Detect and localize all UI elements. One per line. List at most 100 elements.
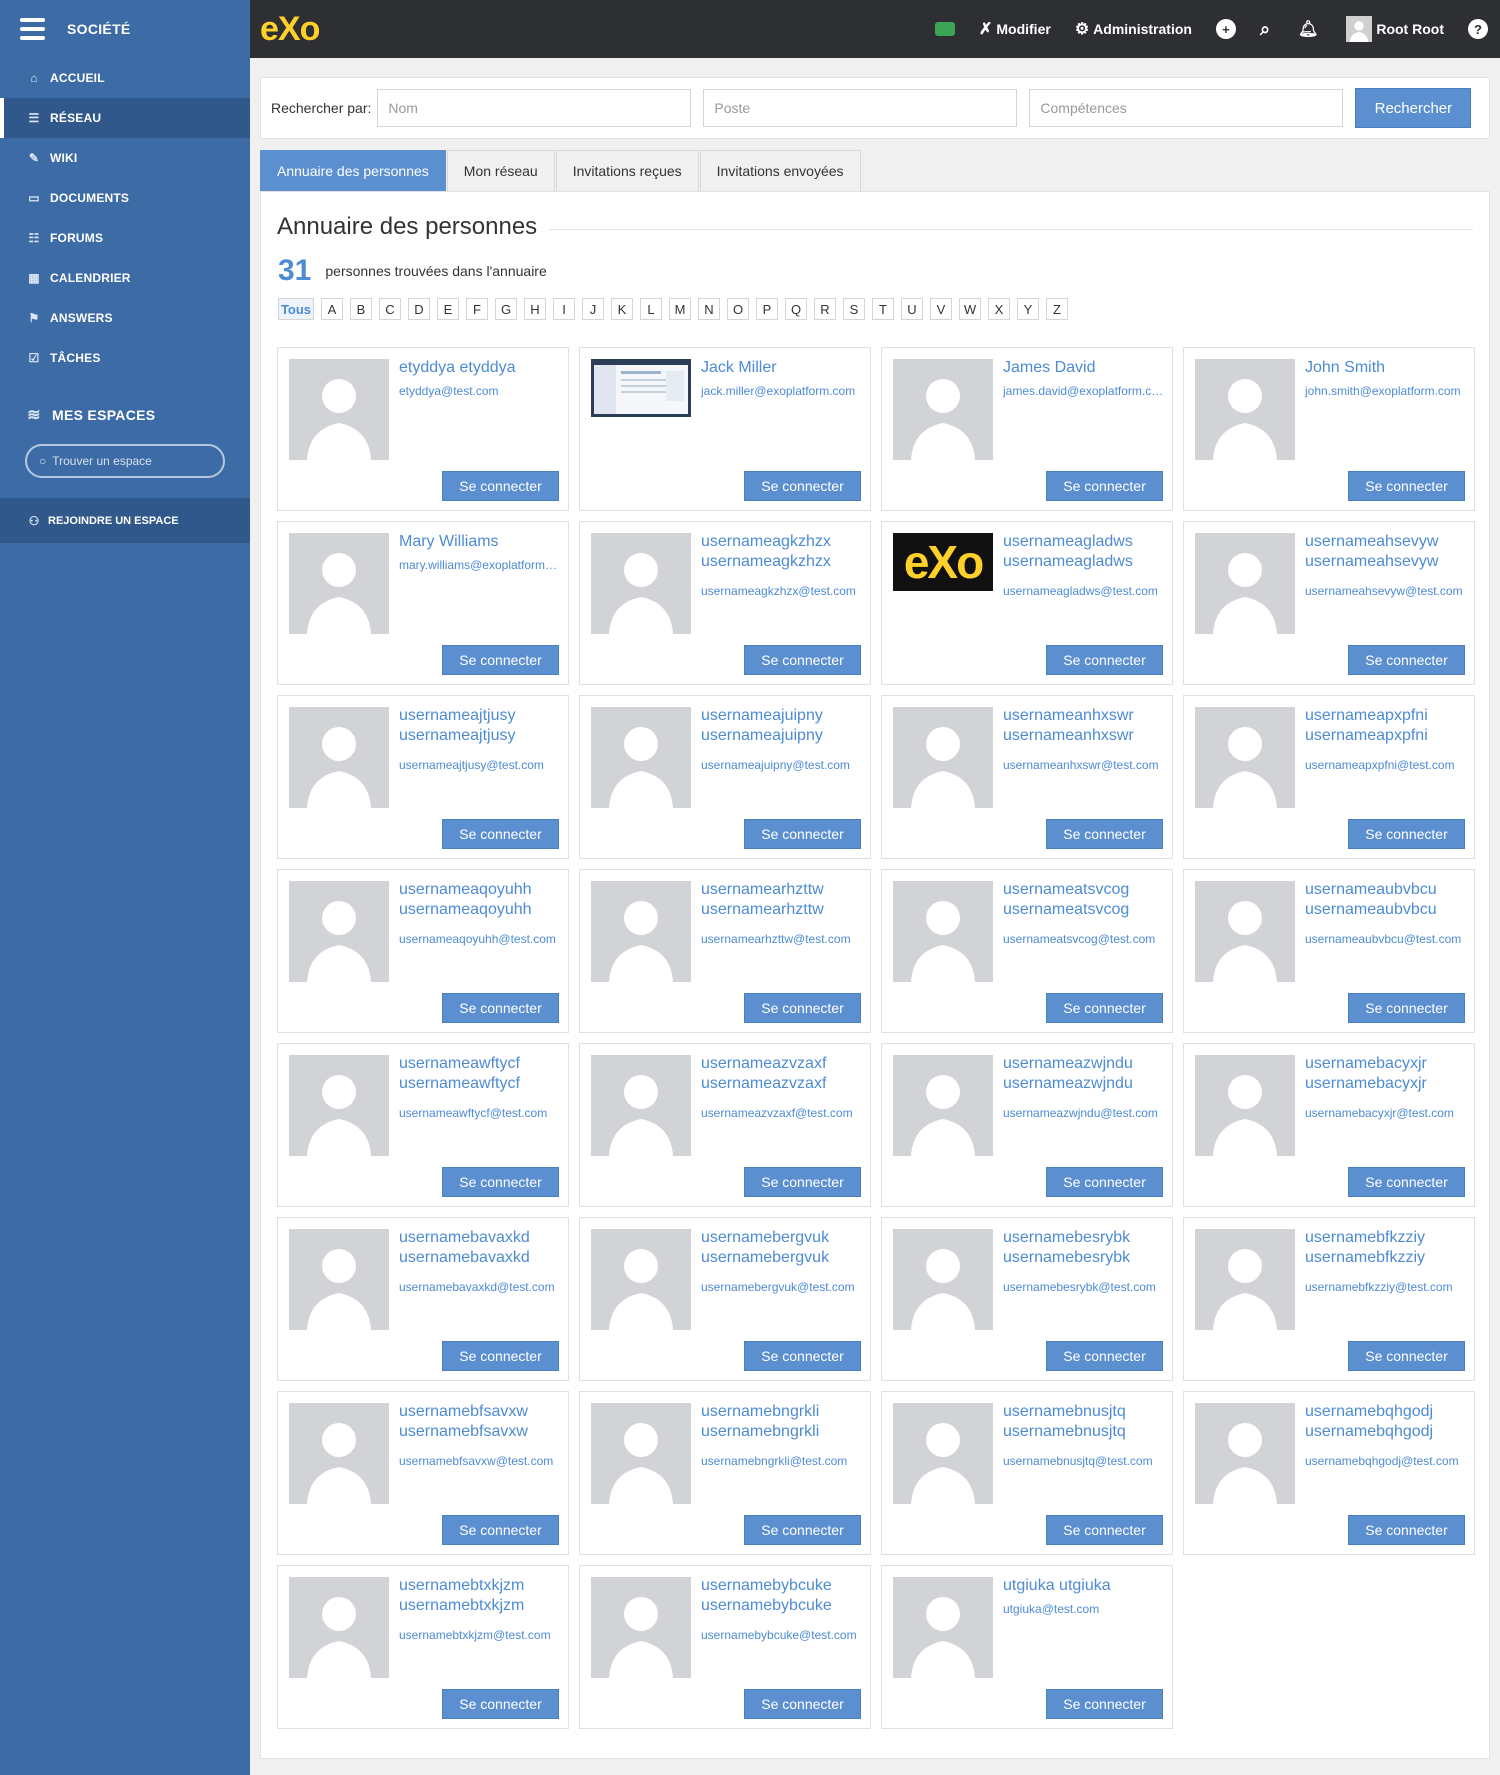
- search-submit-button[interactable]: Rechercher: [1355, 88, 1472, 128]
- connect-button[interactable]: Se connecter: [1046, 471, 1163, 501]
- filter-letter-a[interactable]: A: [321, 298, 343, 320]
- person-name[interactable]: usernameawftycf usernameawftycf: [399, 1054, 549, 1094]
- position-input[interactable]: Poste: [703, 89, 1018, 127]
- tab-1[interactable]: Mon réseau: [446, 150, 555, 191]
- connect-button[interactable]: Se connecter: [1046, 1689, 1163, 1719]
- connect-button[interactable]: Se connecter: [1348, 1515, 1465, 1545]
- default-avatar-icon[interactable]: [289, 359, 389, 460]
- filter-letter-h[interactable]: H: [524, 298, 546, 320]
- filter-letter-r[interactable]: R: [814, 298, 836, 320]
- hamburger-menu-icon[interactable]: [20, 18, 45, 40]
- sidebar-item-answers[interactable]: ⚑ ANSWERS: [0, 298, 250, 338]
- person-name[interactable]: usernamebfsavxw usernamebfsavxw: [399, 1402, 549, 1442]
- connect-button[interactable]: Se connecter: [1348, 993, 1465, 1023]
- default-avatar-icon[interactable]: [591, 881, 691, 982]
- tab-0[interactable]: Annuaire des personnes: [260, 150, 446, 191]
- person-name[interactable]: usernameajtjusy usernameajtjusy: [399, 706, 549, 746]
- person-name[interactable]: usernamebybcuke usernamebybcuke: [701, 1576, 851, 1616]
- connect-button[interactable]: Se connecter: [1046, 1341, 1163, 1371]
- sidebar-item-calendrier[interactable]: ▦ CALENDRIER: [0, 258, 250, 298]
- connect-button[interactable]: Se connecter: [442, 645, 559, 675]
- default-avatar-icon[interactable]: [591, 707, 691, 808]
- connect-button[interactable]: Se connecter: [744, 471, 861, 501]
- filter-letter-d[interactable]: D: [408, 298, 430, 320]
- exo-logo[interactable]: eXo: [260, 10, 320, 49]
- connect-button[interactable]: Se connecter: [442, 819, 559, 849]
- filter-letter-q[interactable]: Q: [785, 298, 807, 320]
- person-name[interactable]: usernameanhxswr usernameanhxswr: [1003, 706, 1153, 746]
- person-avatar-photo[interactable]: [591, 359, 691, 417]
- filter-letter-n[interactable]: N: [698, 298, 720, 320]
- person-name[interactable]: usernamebacyxjr usernamebacyxjr: [1305, 1054, 1455, 1094]
- connect-button[interactable]: Se connecter: [442, 1341, 559, 1371]
- connect-button[interactable]: Se connecter: [1348, 1341, 1465, 1371]
- person-name[interactable]: usernameatsvcog usernameatsvcog: [1003, 880, 1153, 920]
- search-button[interactable]: ⌕: [1260, 19, 1274, 40]
- person-avatar-exo-logo[interactable]: eXo: [893, 533, 993, 591]
- filter-letter-x[interactable]: X: [988, 298, 1010, 320]
- connect-button[interactable]: Se connecter: [744, 645, 861, 675]
- connect-button[interactable]: Se connecter: [744, 1341, 861, 1371]
- sidebar-item-taches[interactable]: ☑ TÂCHES: [0, 338, 250, 378]
- person-name[interactable]: usernamebavaxkd usernamebavaxkd: [399, 1228, 549, 1268]
- connect-button[interactable]: Se connecter: [442, 1689, 559, 1719]
- person-name[interactable]: usernamebesrybk usernamebesrybk: [1003, 1228, 1153, 1268]
- filter-letter-k[interactable]: K: [611, 298, 633, 320]
- filter-letter-i[interactable]: I: [553, 298, 575, 320]
- sidebar-item-wiki[interactable]: ✎ WIKI: [0, 138, 250, 178]
- filter-letter-v[interactable]: V: [930, 298, 952, 320]
- filter-letter-f[interactable]: F: [466, 298, 488, 320]
- sidebar-item-accueil[interactable]: ⌂ ACCUEIL: [0, 58, 250, 98]
- connect-button[interactable]: Se connecter: [744, 1167, 861, 1197]
- default-avatar-icon[interactable]: [893, 881, 993, 982]
- default-avatar-icon[interactable]: [289, 533, 389, 634]
- default-avatar-icon[interactable]: [1195, 707, 1295, 808]
- person-name[interactable]: usernamebngrkli usernamebngrkli: [701, 1402, 851, 1442]
- sidebar-item-reseau[interactable]: ☰ RÉSEAU: [0, 98, 250, 138]
- filter-letter-j[interactable]: J: [582, 298, 604, 320]
- filter-letter-t[interactable]: T: [872, 298, 894, 320]
- notifications-button[interactable]: 🔔︎: [1298, 19, 1322, 39]
- person-name[interactable]: usernamebergvuk usernamebergvuk: [701, 1228, 851, 1268]
- person-name[interactable]: Jack Miller: [701, 358, 862, 378]
- connect-button[interactable]: Se connecter: [744, 993, 861, 1023]
- person-name[interactable]: usernameajuipny usernameajuipny: [701, 706, 851, 746]
- default-avatar-icon[interactable]: [591, 1577, 691, 1678]
- tab-3[interactable]: Invitations envoyées: [699, 150, 861, 191]
- filter-letter-c[interactable]: C: [379, 298, 401, 320]
- person-name[interactable]: usernameahsevyw usernameahsevyw: [1305, 532, 1455, 572]
- person-name[interactable]: usernameazwjndu usernameazwjndu: [1003, 1054, 1153, 1094]
- default-avatar-icon[interactable]: [893, 1403, 993, 1504]
- default-avatar-icon[interactable]: [1195, 1055, 1295, 1156]
- person-name[interactable]: usernameaubvbcu usernameaubvbcu: [1305, 880, 1455, 920]
- filter-letter-w[interactable]: W: [959, 298, 981, 320]
- filter-all[interactable]: Tous: [278, 298, 314, 320]
- default-avatar-icon[interactable]: [289, 1055, 389, 1156]
- user-menu[interactable]: Root Root: [1346, 16, 1444, 42]
- default-avatar-icon[interactable]: [1195, 1403, 1295, 1504]
- connect-button[interactable]: Se connecter: [1046, 1167, 1163, 1197]
- default-avatar-icon[interactable]: [1195, 359, 1295, 460]
- default-avatar-icon[interactable]: [893, 1229, 993, 1330]
- default-avatar-icon[interactable]: [1195, 881, 1295, 982]
- name-input[interactable]: Nom: [377, 89, 692, 127]
- connect-button[interactable]: Se connecter: [744, 819, 861, 849]
- help-button[interactable]: ?: [1468, 19, 1488, 39]
- person-name[interactable]: usernamebqhgodj usernamebqhgodj: [1305, 1402, 1455, 1442]
- person-name[interactable]: etyddya etyddya: [399, 358, 560, 378]
- default-avatar-icon[interactable]: [893, 1577, 993, 1678]
- default-avatar-icon[interactable]: [1195, 533, 1295, 634]
- join-space-button[interactable]: ⚇ REJOINDRE UN ESPACE: [0, 498, 250, 543]
- person-name[interactable]: usernameaqoyuhh usernameaqoyuhh: [399, 880, 549, 920]
- person-name[interactable]: Mary Williams: [399, 532, 560, 552]
- default-avatar-icon[interactable]: [591, 1229, 691, 1330]
- filter-letter-e[interactable]: E: [437, 298, 459, 320]
- default-avatar-icon[interactable]: [1195, 1229, 1295, 1330]
- connect-button[interactable]: Se connecter: [1046, 819, 1163, 849]
- filter-letter-o[interactable]: O: [727, 298, 749, 320]
- filter-letter-b[interactable]: B: [350, 298, 372, 320]
- add-button[interactable]: +: [1215, 19, 1236, 39]
- filter-letter-y[interactable]: Y: [1017, 298, 1039, 320]
- default-avatar-icon[interactable]: [591, 1055, 691, 1156]
- connect-button[interactable]: Se connecter: [442, 993, 559, 1023]
